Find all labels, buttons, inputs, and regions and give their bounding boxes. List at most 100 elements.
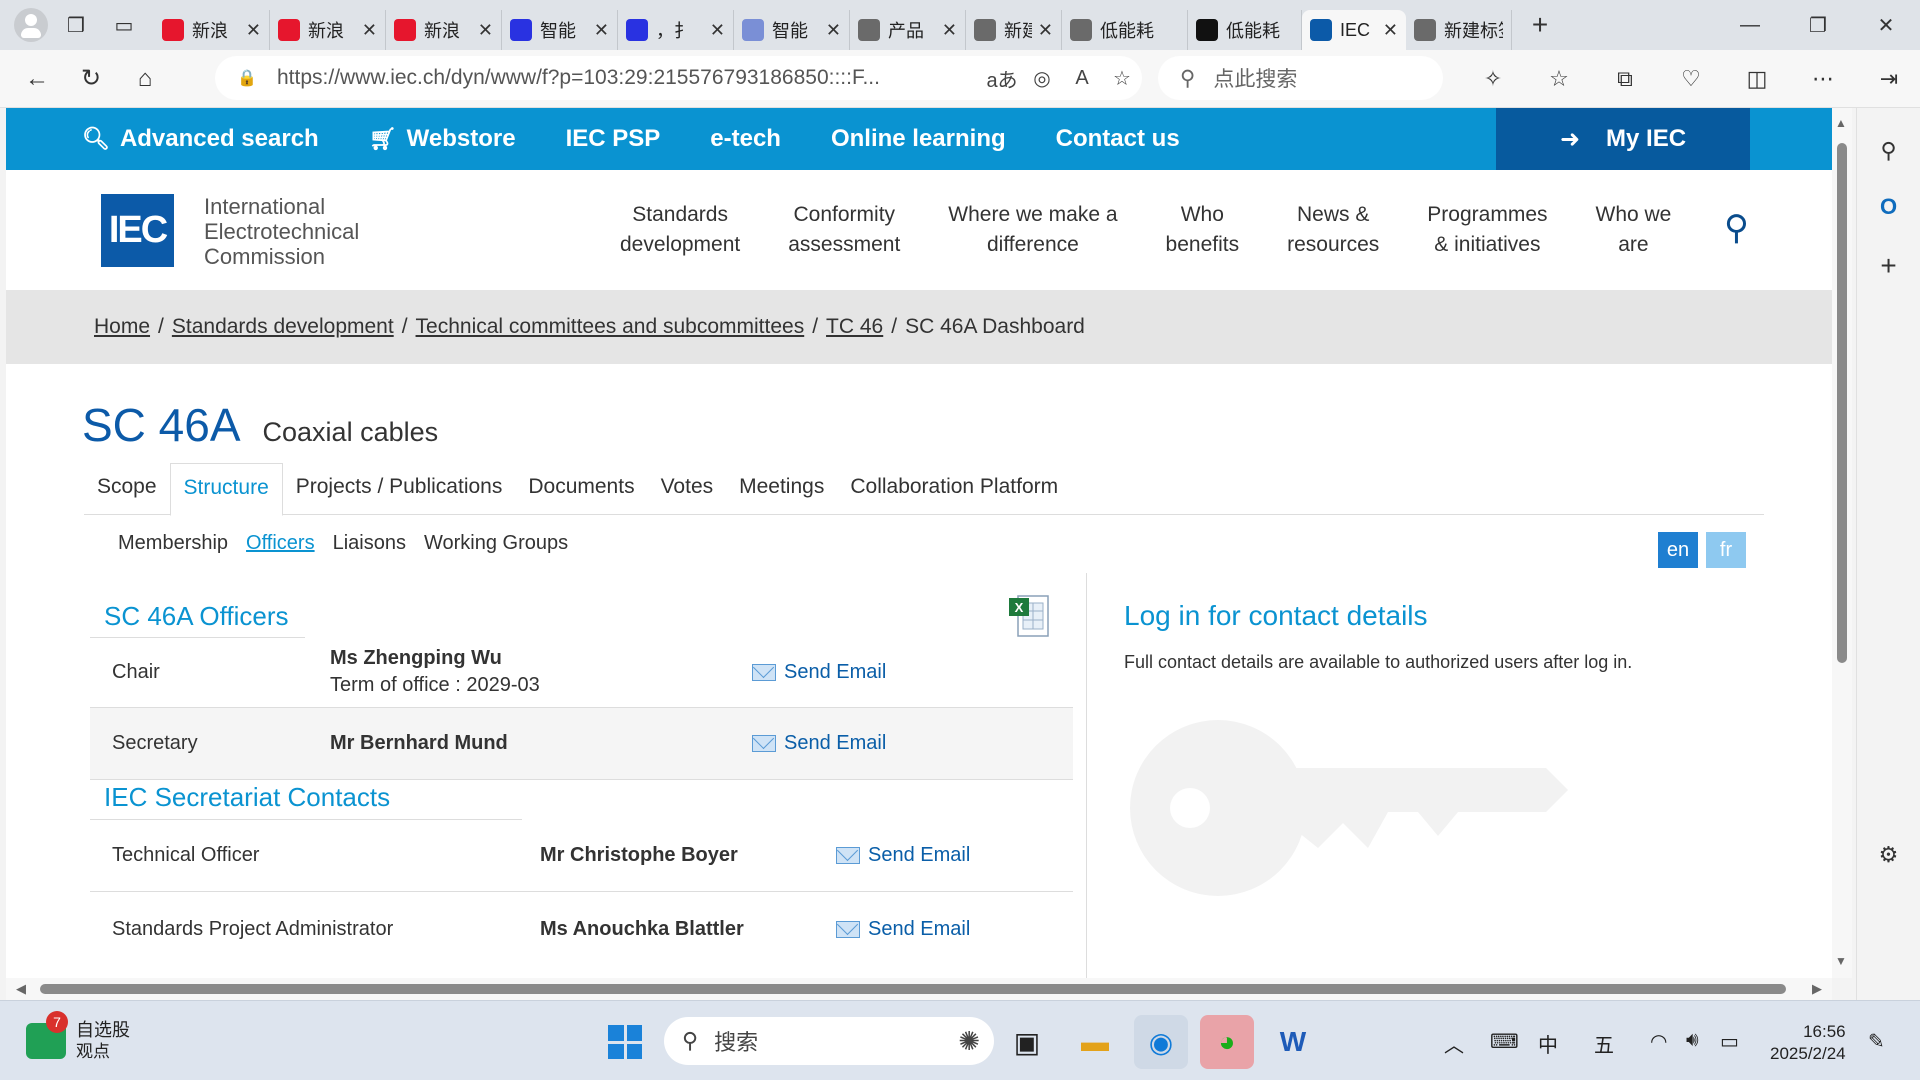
scroll-up-arrow[interactable]: ▲	[1835, 116, 1847, 130]
keyboard-icon[interactable]: ⌨	[1490, 1029, 1519, 1054]
tab-collaboration-platform[interactable]: Collaboration Platform	[837, 463, 1071, 514]
tab-close-icon[interactable]: ✕	[246, 20, 261, 41]
site-search-icon[interactable]: ⚲	[1724, 208, 1749, 248]
breadcrumb-technical-committees[interactable]: Technical committees and subcommittees	[416, 315, 805, 339]
word-icon[interactable]: W	[1266, 1015, 1320, 1069]
lang-en-button[interactable]: en	[1658, 532, 1698, 568]
etech-link[interactable]: e-tech	[710, 108, 781, 170]
send-email-link[interactable]: Send Email	[836, 844, 970, 867]
windows-start-icon[interactable]	[608, 1025, 642, 1059]
browser-search-box[interactable]: ⚲ 点此搜索	[1158, 56, 1443, 100]
profile-icon[interactable]	[14, 8, 48, 42]
refresh-button[interactable]: ↻	[66, 57, 116, 101]
vertical-scrollbar[interactable]: ▲ ▼	[1832, 108, 1852, 978]
breadcrumb-tc46[interactable]: TC 46	[826, 315, 883, 339]
read-aloud-icon[interactable]: A	[1062, 67, 1102, 90]
ime-wubi[interactable]: 五	[1594, 1029, 1614, 1058]
lock-icon[interactable]: 🔒	[237, 68, 261, 88]
back-button[interactable]: ←	[12, 57, 62, 101]
favorites-icon[interactable]: ☆	[1526, 66, 1592, 92]
browser-tab[interactable]: IEC ✕	[1302, 10, 1406, 50]
horizontal-scroll-thumb[interactable]	[40, 984, 1786, 994]
tab-close-icon[interactable]: ✕	[942, 20, 957, 41]
breadcrumb-home[interactable]: Home	[94, 315, 150, 339]
reader-icon[interactable]: ◎	[1022, 66, 1062, 91]
copilot-icon[interactable]: ◫	[1724, 66, 1790, 92]
tab-structure[interactable]: Structure	[169, 463, 283, 516]
browser-tab[interactable]: 新建 ✕	[966, 10, 1062, 50]
horizontal-scrollbar[interactable]: ◀ ▶	[6, 978, 1832, 1000]
main-nav-item[interactable]: Where we make a difference	[948, 200, 1117, 260]
browser-tab[interactable]: 智能 ✕	[734, 10, 850, 50]
search-icon[interactable]: ⚲	[1857, 138, 1920, 164]
tab-close-icon[interactable]: ✕	[594, 20, 609, 41]
url-text[interactable]: https://www.iec.ch/dyn/www/f?p=103:29:21…	[277, 66, 982, 90]
performance-icon[interactable]: ♡	[1658, 66, 1724, 92]
breadcrumb-standards-development[interactable]: Standards development	[172, 315, 394, 339]
file-explorer-icon[interactable]: ▬	[1068, 1015, 1122, 1069]
edge-browser-icon[interactable]: ◉	[1134, 1015, 1188, 1069]
new-tab-button[interactable]: +	[1520, 8, 1560, 42]
subtab-officers[interactable]: Officers	[246, 532, 315, 555]
login-heading[interactable]: Log in for contact details	[1124, 600, 1774, 632]
browser-tab[interactable]: 新浪 ✕	[154, 10, 270, 50]
main-nav-item[interactable]: Programmes & initiatives	[1427, 200, 1547, 260]
send-email-link[interactable]: Send Email	[752, 732, 886, 755]
main-nav-item[interactable]: Who we are	[1596, 200, 1672, 260]
tab-close-icon[interactable]: ✕	[478, 20, 493, 41]
vertical-tabs-icon[interactable]: ▭	[104, 8, 144, 42]
wifi-icon[interactable]: ◠	[1650, 1029, 1667, 1054]
volume-icon[interactable]: 🔊︎	[1686, 1029, 1699, 1052]
ime-chinese[interactable]: 中	[1538, 1029, 1558, 1058]
tab-documents[interactable]: Documents	[515, 463, 647, 514]
address-bar[interactable]: 🔒 https://www.iec.ch/dyn/www/f?p=103:29:…	[215, 56, 1142, 100]
add-icon[interactable]: +	[1857, 250, 1920, 282]
collections-toolbar-icon[interactable]: ⧉	[1592, 66, 1658, 92]
send-email-link[interactable]: Send Email	[836, 918, 970, 941]
scroll-right-arrow[interactable]: ▶	[1812, 981, 1822, 997]
lang-fr-button[interactable]: fr	[1706, 532, 1746, 568]
outlook-icon[interactable]: O	[1857, 194, 1920, 220]
online-learning-link[interactable]: Online learning	[831, 108, 1006, 170]
collections-icon[interactable]: ❒	[56, 8, 96, 42]
sidebar-toggle-icon[interactable]: ⇥	[1856, 66, 1920, 92]
scroll-down-arrow[interactable]: ▼	[1835, 954, 1847, 968]
browser-tab[interactable]: 产品 ✕	[850, 10, 966, 50]
main-nav-item[interactable]: Standards development	[620, 200, 740, 260]
minimize-icon[interactable]: —	[1716, 0, 1784, 50]
restore-icon[interactable]: ❐	[1784, 0, 1852, 50]
translate-icon[interactable]: aあ	[982, 64, 1022, 93]
browser-tab[interactable]: 新建标签	[1406, 10, 1512, 50]
stock-widget[interactable]: 7 自选股 观点	[26, 1011, 130, 1063]
browser-tab[interactable]: ，扌 ✕	[618, 10, 734, 50]
task-view-icon[interactable]: ▣	[1000, 1015, 1054, 1069]
browser-tab[interactable]: 低能耗	[1188, 10, 1302, 50]
advanced-search-link[interactable]: 🔍︎ Advanced search	[82, 108, 319, 170]
tab-projects-publications[interactable]: Projects / Publications	[283, 463, 516, 514]
iec-logo[interactable]: IEC	[101, 194, 174, 267]
tab-close-icon[interactable]: ✕	[1038, 20, 1053, 41]
vertical-scroll-thumb[interactable]	[1837, 143, 1847, 663]
subtab-membership[interactable]: Membership	[118, 532, 228, 555]
clock[interactable]: 16:56 2025/2/24	[1770, 1021, 1846, 1065]
tab-meetings[interactable]: Meetings	[726, 463, 837, 514]
tab-scope[interactable]: Scope	[84, 463, 170, 514]
browser-tab[interactable]: 低能耗	[1062, 10, 1188, 50]
scroll-left-arrow[interactable]: ◀	[16, 981, 26, 997]
tab-close-icon[interactable]: ✕	[826, 20, 841, 41]
tab-close-icon[interactable]: ✕	[1383, 20, 1398, 41]
close-window-icon[interactable]: ✕	[1852, 0, 1920, 50]
tray-chevron-icon[interactable]: ︿	[1444, 1029, 1464, 1058]
browser-tab[interactable]: 新浪 ✕	[270, 10, 386, 50]
contact-us-link[interactable]: Contact us	[1056, 108, 1180, 170]
extensions-icon[interactable]: ✧	[1460, 66, 1526, 92]
favorite-star-icon[interactable]: ☆	[1102, 66, 1142, 91]
main-nav-item[interactable]: News & resources	[1287, 200, 1379, 260]
my-iec-button[interactable]: ➜ My IEC	[1496, 108, 1750, 170]
subtab-working-groups[interactable]: Working Groups	[424, 532, 568, 555]
browser-tab[interactable]: 新浪 ✕	[386, 10, 502, 50]
home-button[interactable]: ⌂	[120, 57, 170, 101]
webstore-link[interactable]: 🛒︎ Webstore	[369, 108, 516, 170]
settings-icon[interactable]: ⚙	[1857, 842, 1920, 868]
notifications-icon[interactable]: ✎	[1868, 1029, 1885, 1054]
